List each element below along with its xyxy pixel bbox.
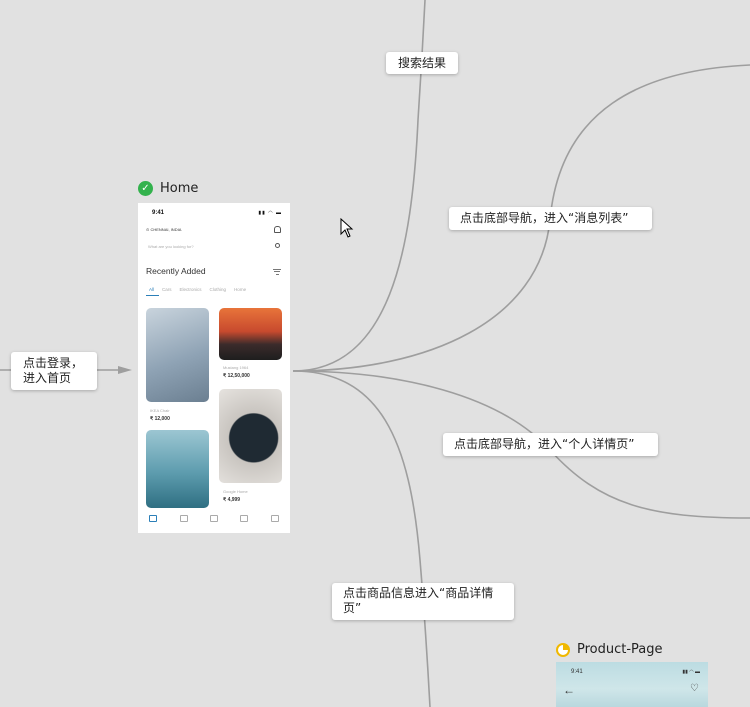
section-heading: Recently Added [146, 266, 206, 276]
bottom-nav [138, 515, 290, 522]
product-image-drone [146, 430, 209, 508]
note-messages: 点击底部导航，进入“消息列表” [449, 207, 652, 230]
status-time: 9:41 [571, 669, 583, 675]
product-name-speaker: Google Home [223, 489, 248, 494]
product-image-speaker [219, 389, 282, 483]
frame-title-product: Product-Page [577, 642, 663, 657]
frame-label-product[interactable]: Product-Page [556, 642, 663, 657]
note-login-line2: 进入首页 [23, 371, 72, 385]
bell-icon [274, 226, 281, 233]
tab-electronics: Electronics [179, 287, 202, 292]
tab-cars: Cars [162, 287, 172, 292]
note-search-results: 搜索结果 [386, 52, 458, 74]
note-product-line2: 页” [343, 601, 362, 615]
frame-label-home[interactable]: ✓ Home [138, 181, 198, 196]
status-icons: ▮▮ ◠ ▬ [682, 669, 700, 675]
product-name-car: Mustang 1964 [223, 365, 249, 370]
note-product-detail: 点击商品信息进入“商品详情 页” [332, 583, 514, 620]
back-arrow-icon: ← [563, 683, 575, 697]
chat-icon [179, 515, 188, 522]
home-screen-thumbnail[interactable]: 9:41 ▮▮ ◠ ▬ ⊙ CHENNAI, INDIA What are yo… [138, 203, 290, 533]
price-value: 4,999 [227, 497, 241, 503]
active-tab-indicator [146, 295, 159, 296]
category-tabs: All Cars Electronics Clothing Home [149, 287, 246, 292]
tab-home: Home [234, 287, 247, 292]
product-image-car [219, 308, 282, 360]
check-icon: ✓ [138, 181, 153, 196]
product-image-chair [146, 308, 209, 402]
note-profile: 点击底部导航，进入“个人详情页” [443, 433, 658, 456]
product-price-chair: ₹ 12,000 [150, 416, 170, 422]
location-label: ⊙ CHENNAI, INDIA [146, 227, 182, 232]
product-screen-thumbnail[interactable]: 9:41 ▮▮ ◠ ▬ ← ♡ [556, 662, 708, 707]
tab-all: All [149, 287, 155, 292]
arrowhead [118, 366, 132, 374]
note-product-line1: 点击商品信息进入“商品详情 [343, 586, 494, 600]
price-value: 12,000 [154, 416, 170, 422]
product-price-car: ₹ 12,50,000 [223, 373, 250, 379]
status-icons: ▮▮ ◠ ▬ [258, 210, 282, 216]
mouse-cursor-icon [340, 218, 354, 238]
search-placeholder: What are you looking for? [148, 244, 194, 249]
heart-icon: ♡ [690, 683, 699, 694]
note-login-line1: 点击登录， [23, 356, 84, 370]
camera-icon [209, 515, 218, 522]
connector-to-product [292, 370, 431, 707]
product-price-speaker: ₹ 4,999 [223, 497, 240, 503]
frame-title-home: Home [160, 181, 199, 196]
tag-icon [240, 515, 249, 522]
profile-icon [270, 515, 279, 522]
search-icon [275, 243, 280, 248]
home-icon [149, 515, 158, 522]
product-name-chair: IKEA Chair [150, 408, 170, 413]
status-time: 9:41 [152, 210, 165, 216]
tab-clothing: Clothing [209, 287, 227, 292]
currency-symbol: ₹ [223, 497, 227, 503]
note-login: 点击登录， 进入首页 [11, 352, 97, 390]
currency-symbol: ₹ [150, 416, 154, 422]
currency-symbol: ₹ [223, 373, 227, 379]
progress-pie-icon [556, 642, 570, 657]
price-value: 12,50,000 [227, 373, 250, 379]
filter-icon [273, 267, 281, 276]
location-text: CHENNAI, INDIA [150, 227, 182, 232]
